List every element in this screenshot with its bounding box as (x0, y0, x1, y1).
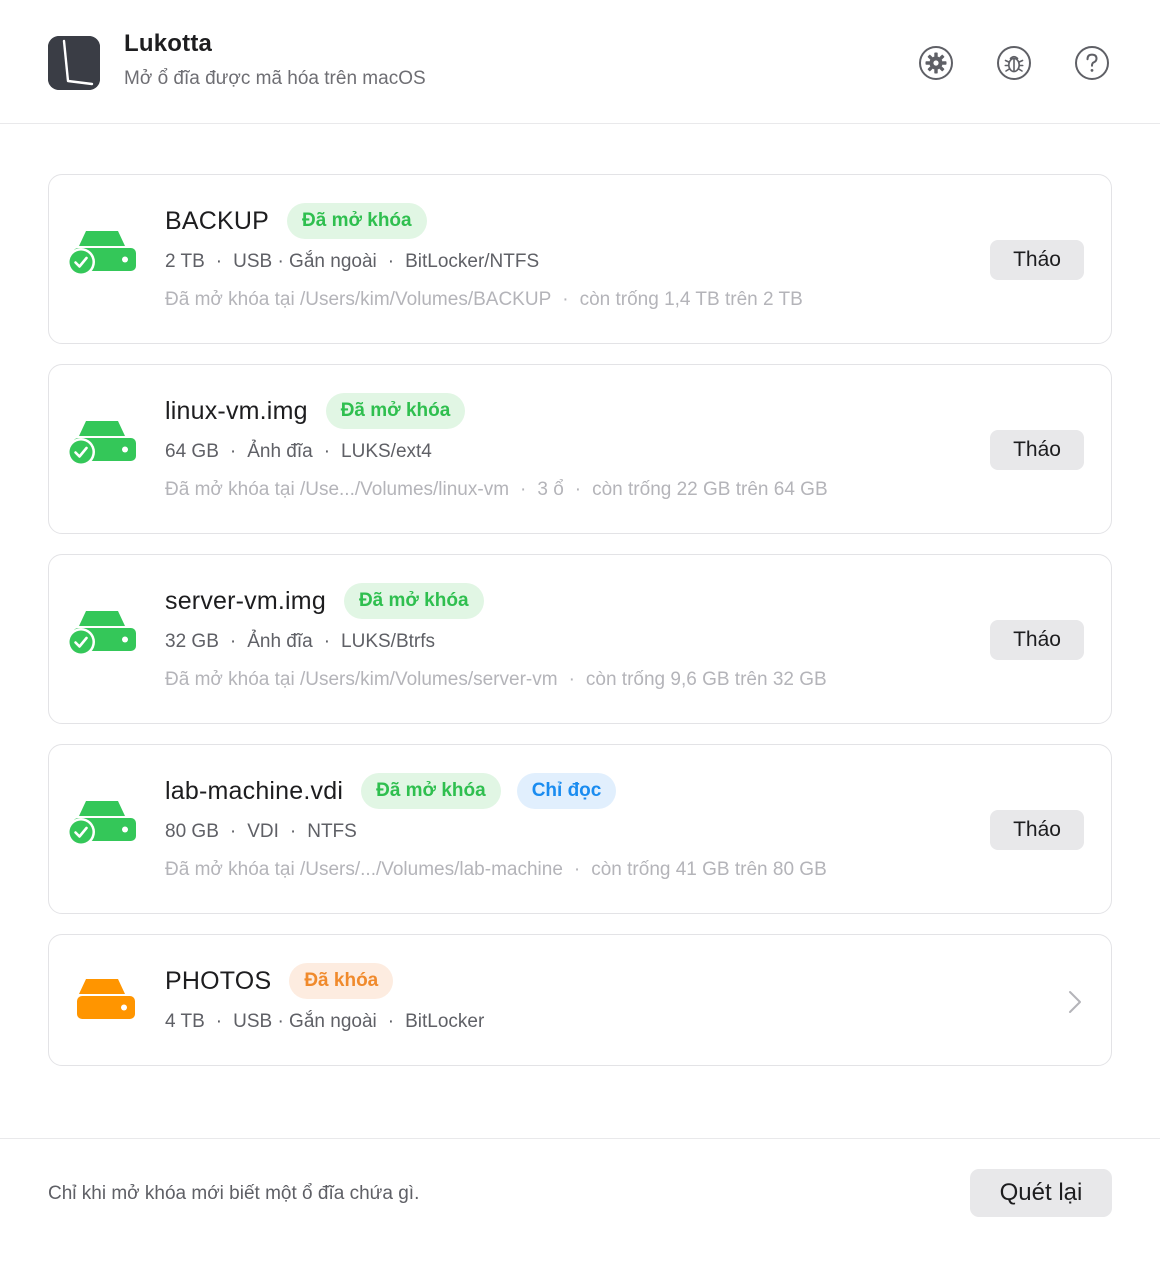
gear-icon (919, 46, 953, 80)
drive-name: BACKUP (165, 206, 270, 235)
help-button[interactable] (1073, 44, 1111, 82)
drive-name: server-vm.img (165, 586, 326, 615)
status-badge: Đã mở khóa (325, 393, 466, 429)
status-badge: Đã mở khóa (361, 773, 501, 809)
drive-card-server-vm: server-vm.img Đã mở khóa 32 GB · Ảnh đĩa · L… (48, 554, 1112, 724)
status-badge: Đã mở khóa (287, 203, 427, 239)
drive-card-linux-vm: linux-vm.img Đã mở khóa 64 GB · Ảnh đĩa · LU… (48, 364, 1112, 534)
status-badge: Đã khóa (289, 963, 394, 999)
drive-name: PHOTOS (165, 966, 272, 995)
drive-details: Đã mở khóa tại /Users/kim/Volumes/server… (165, 669, 827, 690)
drive-card-photos[interactable]: PHOTOS Đã khóa 4 TB · USB · Gắn ngoài · BitL… (48, 934, 1112, 1066)
eject-button[interactable]: Tháo (990, 430, 1084, 470)
drive-meta: 2 TB · USB · Gắn ngoài · BitLocker/NTFS (165, 251, 540, 272)
app-logo-icon (48, 36, 100, 90)
status-badge: Đã mở khóa (343, 583, 484, 619)
app-name: Lukotta (124, 30, 213, 57)
footer: Chỉ khi mở khóa mới biết một ổ đĩa chứa … (0, 1138, 1160, 1264)
unlocked-drive-icon (65, 607, 141, 669)
read-only-badge: Chỉ đọc (516, 773, 617, 809)
help-icon (1075, 46, 1109, 80)
unlocked-drive-icon (65, 227, 141, 289)
eject-button[interactable]: Tháo (990, 810, 1084, 850)
unlocked-drive-icon (65, 797, 141, 859)
drive-name: linux-vm.img (165, 396, 308, 425)
bug-icon (997, 46, 1031, 80)
eject-button[interactable]: Tháo (990, 240, 1084, 280)
footer-note: Chỉ khi mở khóa mới biết một ổ đĩa chứa … (48, 1183, 420, 1204)
drive-card-backup: BACKUP Đã mở khóa 2 TB · USB · Gắn ngoài · B… (48, 174, 1112, 344)
locked-drive-icon (65, 973, 141, 1035)
drive-meta: 64 GB · Ảnh đĩa · LUKS/ext4 (165, 441, 432, 462)
drive-meta: 80 GB · VDI · NTFS (165, 821, 357, 842)
app-subtitle: Mở ổ đĩa được mã hóa trên macOS (124, 68, 426, 89)
drive-meta: 32 GB · Ảnh đĩa · LUKS/Btrfs (165, 631, 436, 652)
rescan-button[interactable]: Quét lại (970, 1169, 1112, 1217)
drive-name: lab-machine.vdi (165, 776, 344, 805)
debug-button[interactable] (995, 44, 1033, 82)
drive-card-lab-machine: lab-machine.vdi Đã mở khóa Chỉ đọc 80 GB… (48, 744, 1112, 914)
drive-details: Đã mở khóa tại /Use.../Volumes/linux-vm ·… (165, 479, 828, 500)
app-header: Lukotta Mở ổ đĩa được mã hóa trên macOS (0, 0, 1160, 124)
eject-button[interactable]: Tháo (990, 620, 1084, 660)
drive-details: Đã mở khóa tại /Users/kim/Volumes/BACKUP… (165, 289, 803, 310)
drive-meta: 4 TB · USB · Gắn ngoài · BitLocker (165, 1011, 485, 1032)
drive-details: Đã mở khóa tại /Users/.../Volumes/lab-ma… (165, 859, 827, 880)
drive-list: BACKUP Đã mở khóa 2 TB · USB · Gắn ngoài · B… (48, 174, 1112, 1086)
unlocked-drive-icon (65, 417, 141, 479)
settings-button[interactable] (917, 44, 955, 82)
chevron-right-icon[interactable] (1067, 989, 1083, 1015)
